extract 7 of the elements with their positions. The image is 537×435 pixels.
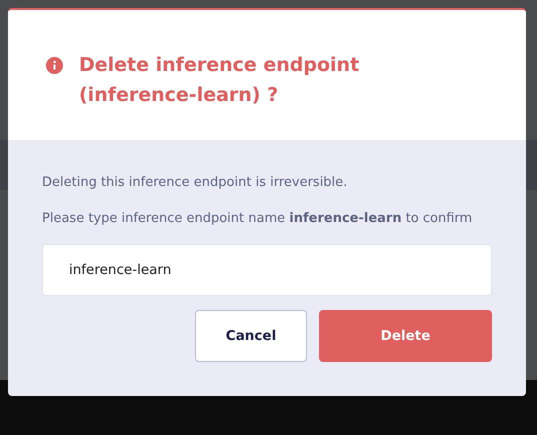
instruction-text: Please type inference endpoint name inference-learn to confirm — [42, 210, 474, 228]
info-icon — [46, 57, 63, 74]
dialog-title: Delete inference endpoint (inference-learn) ? — [79, 53, 360, 108]
cancel-button[interactable]: Cancel — [195, 310, 307, 362]
name-input-field[interactable]: inference-learn — [42, 244, 492, 296]
warning-text: Deleting this inference endpoint is irreversible. — [42, 174, 348, 192]
delete-button[interactable]: Delete — [319, 310, 492, 362]
